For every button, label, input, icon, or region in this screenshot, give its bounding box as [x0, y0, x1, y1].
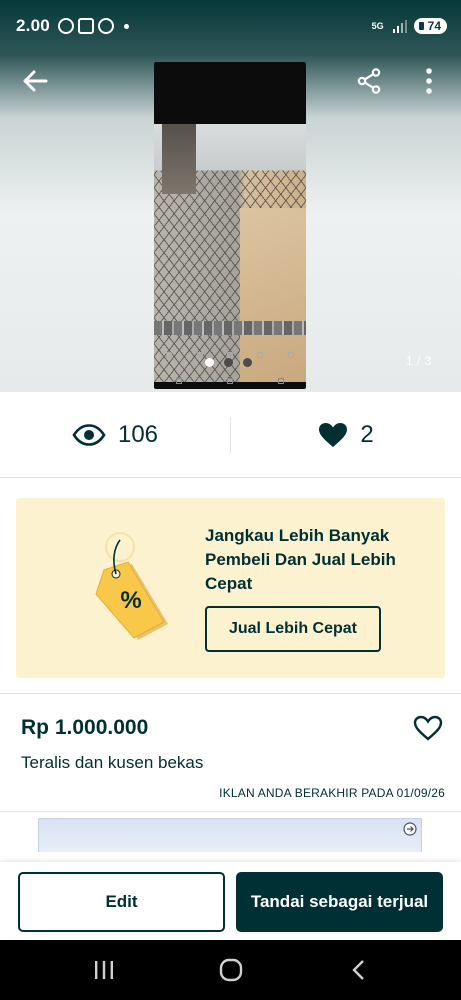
likes-count: 2: [360, 420, 374, 448]
more-notifications-icon: [123, 23, 129, 29]
notification-icons: [57, 18, 129, 34]
share-icon: [357, 68, 381, 94]
eye-icon: [72, 423, 106, 446]
battery-indicator: 74: [413, 18, 447, 34]
price-tag-icon: %: [95, 532, 168, 640]
sell-faster-button[interactable]: Jual Lebih Cepat: [205, 606, 381, 652]
image-gallery[interactable]: 2.00 5G 74 1 / 3: [0, 0, 461, 392]
status-time: 2.00: [16, 16, 50, 35]
more-vertical-icon: [426, 68, 432, 94]
photo-status-strip: [154, 62, 306, 76]
likes-stat: 2: [231, 421, 461, 449]
system-navigation-bar: [0, 940, 461, 1000]
status-bar: 2.00 5G 74: [0, 0, 461, 52]
back-button[interactable]: [20, 66, 50, 96]
listing-expiry: IKLAN ANDA BERAKHIR PADA 01/09/26: [219, 786, 445, 800]
edit-button[interactable]: Edit: [18, 872, 225, 932]
more-options-button[interactable]: [418, 66, 440, 96]
photo-nav-strip: [154, 372, 306, 389]
home-button[interactable]: [201, 945, 261, 995]
listing-photo[interactable]: [154, 62, 306, 389]
bottom-action-bar: Edit Tandai sebagai terjual: [0, 862, 461, 940]
system-icons: 5G 74: [370, 18, 447, 34]
location-preview[interactable]: [38, 818, 422, 852]
views-count: 106: [117, 420, 159, 448]
home-icon: [219, 958, 242, 982]
photo-thumbnail-strip: [154, 321, 306, 335]
arrow-left-icon: [23, 70, 48, 92]
listing-stats: 106 2: [0, 392, 461, 478]
share-button[interactable]: [355, 66, 383, 96]
heart-outline-icon: [413, 715, 443, 741]
section-divider: [0, 693, 461, 694]
mark-as-sold-button[interactable]: Tandai sebagai terjual: [236, 872, 443, 932]
back-nav-button[interactable]: [328, 945, 388, 995]
recent-apps-button[interactable]: [74, 945, 134, 995]
favorite-button[interactable]: [412, 713, 444, 743]
recent-apps-icon: [94, 961, 113, 979]
listing-price: Rp 1.000.000: [21, 716, 149, 739]
signal-icon: [392, 20, 407, 33]
heart-filled-icon: [319, 422, 348, 447]
boost-promo-card: % Jangkau Lebih Banyak Pembeli Dan Jual …: [16, 498, 445, 678]
promo-headline: Jangkau Lebih Banyak Pembeli Dan Jual Le…: [205, 526, 396, 593]
pagination-dot-2[interactable]: [224, 358, 233, 367]
app-notification-icon: [97, 18, 114, 34]
pagination-dot-1[interactable]: [205, 358, 214, 367]
gallery-page-counter: 1 / 3: [406, 354, 432, 368]
photo-window-detail: [162, 124, 196, 194]
views-stat: 106: [0, 421, 230, 449]
gallery-pagination-dots: [205, 358, 252, 367]
network-type-label: 5G: [371, 20, 384, 31]
listing-title: Teralis dan kusen bekas: [21, 753, 204, 772]
news-icon: [77, 18, 94, 34]
chevron-left-icon: [351, 960, 364, 980]
navigate-icon[interactable]: [403, 822, 417, 836]
pagination-dot-3[interactable]: [243, 358, 252, 367]
tag-symbol: %: [120, 587, 141, 614]
section-divider: [0, 811, 461, 812]
whatsapp-icon: [57, 18, 74, 34]
